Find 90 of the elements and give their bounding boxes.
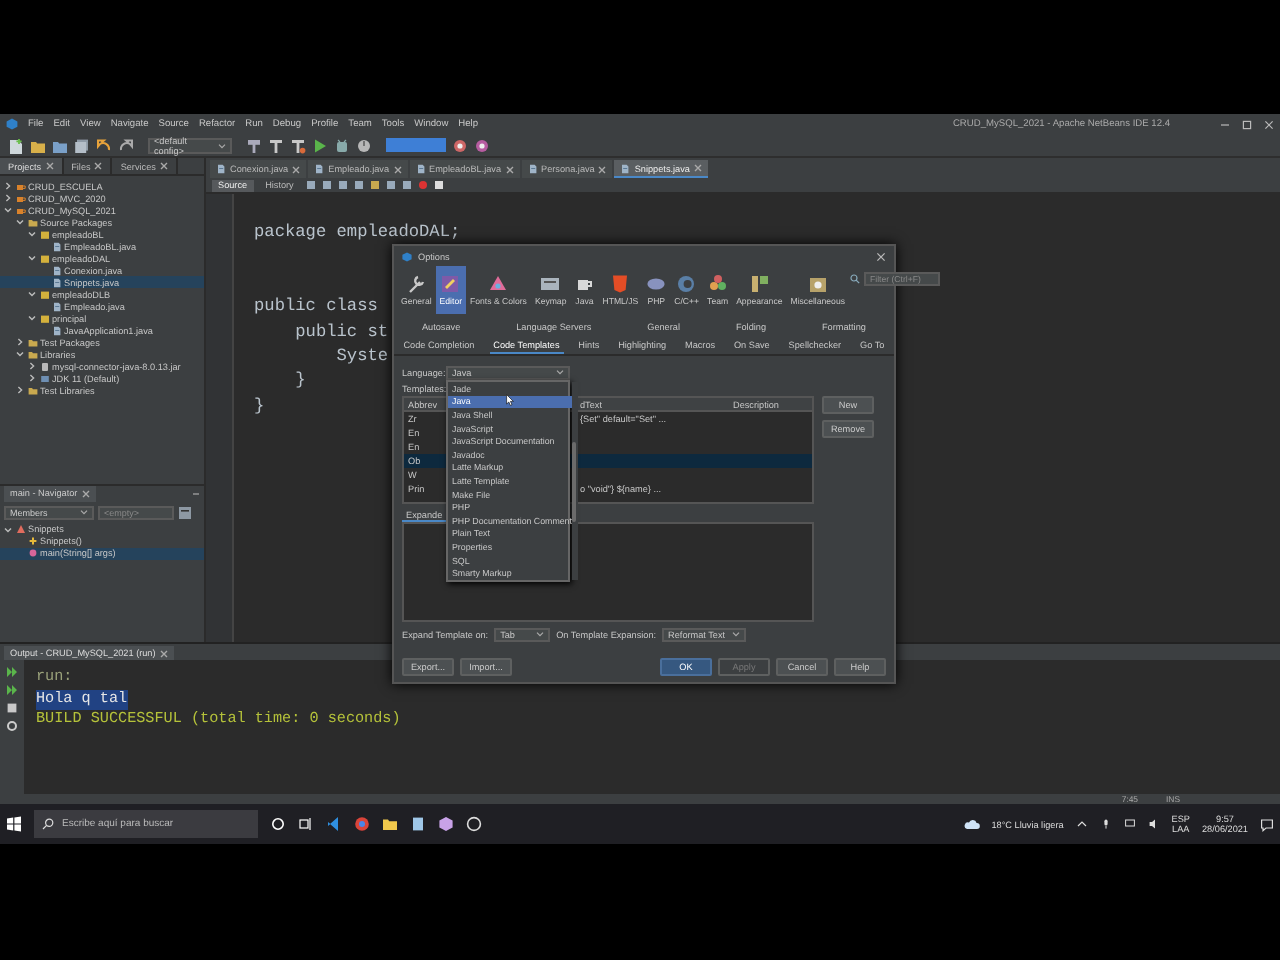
cup-icon (574, 274, 595, 294)
scrollbar-thumb[interactable] (572, 442, 577, 522)
shield-icon (610, 274, 631, 294)
app-logo-icon (402, 251, 412, 261)
file-icon (620, 163, 631, 174)
search-icon (42, 818, 54, 830)
code-line: Syste (334, 343, 389, 369)
palette-icon (488, 274, 509, 294)
clean-build-icon[interactable] (290, 137, 306, 154)
code-line: } (293, 368, 306, 394)
code-line: public st (293, 319, 389, 344)
build-icon[interactable] (268, 137, 284, 154)
chevron-right-icon[interactable] (4, 194, 12, 203)
keyboard-icon (540, 274, 561, 294)
oval-icon (646, 274, 667, 294)
close-icon[interactable] (159, 649, 168, 658)
file-icon (216, 164, 226, 175)
close-icon[interactable] (159, 162, 168, 171)
close-icon[interactable] (598, 165, 607, 174)
stop-icon[interactable] (6, 702, 18, 715)
file-icon (527, 164, 538, 175)
cube-icon[interactable] (438, 816, 454, 832)
circle-icon[interactable] (270, 816, 286, 832)
file-icon (51, 325, 61, 336)
notification-icon[interactable] (1260, 817, 1274, 831)
memory-meter (386, 138, 446, 153)
close-icon[interactable] (81, 489, 90, 498)
microphone-icon[interactable] (1099, 818, 1112, 830)
network-icon[interactable] (1123, 818, 1136, 830)
package-icon (39, 313, 49, 324)
package-icon (39, 253, 49, 264)
mouse-cursor-icon (506, 394, 514, 406)
chevron-right-icon[interactable] (16, 338, 24, 347)
code-line: package empleadoDAL; (254, 220, 461, 246)
chevron-up-icon[interactable] (1075, 818, 1088, 830)
open-project-icon[interactable] (52, 137, 68, 154)
people-icon (707, 274, 728, 294)
wrench-icon (406, 274, 427, 294)
folder-icon[interactable] (30, 137, 46, 154)
app-logo-icon (6, 118, 18, 131)
chevron-right-icon[interactable] (28, 362, 36, 371)
file-icon (314, 164, 325, 175)
caret-icon (731, 630, 740, 638)
new-file-icon[interactable] (8, 137, 24, 154)
folder-icon (27, 217, 37, 228)
table-cell[interactable] (580, 454, 812, 468)
close-icon[interactable] (292, 165, 301, 174)
save-all-icon[interactable] (74, 137, 90, 154)
windows-logo-icon[interactable] (6, 816, 22, 832)
close-icon[interactable] (393, 165, 402, 174)
minimize-icon[interactable] (1220, 119, 1230, 130)
layout-icon (749, 274, 770, 294)
maximize-icon[interactable] (1242, 119, 1252, 130)
rerun-icon[interactable] (6, 666, 18, 679)
speaker-icon[interactable] (1147, 818, 1160, 830)
rerun-icon[interactable] (6, 684, 18, 697)
browser-icon[interactable] (354, 816, 370, 832)
folder-icon (27, 385, 37, 396)
chevron-right-icon[interactable] (4, 182, 12, 191)
task-view-icon[interactable] (298, 816, 314, 832)
file-icon (415, 164, 426, 175)
close-icon[interactable] (876, 251, 886, 261)
class-icon (15, 524, 25, 535)
close-icon[interactable] (693, 164, 702, 173)
search-icon (849, 274, 860, 284)
package-icon (39, 229, 49, 240)
caret-icon (556, 368, 564, 376)
chevron-right-icon[interactable] (16, 386, 24, 395)
folder-icon[interactable] (382, 816, 398, 832)
chevron-right-icon[interactable] (28, 374, 36, 383)
chevron-down-icon[interactable] (28, 230, 36, 239)
caret-icon (536, 630, 545, 638)
file-icon (51, 301, 61, 312)
close-icon[interactable] (45, 162, 54, 171)
close-icon[interactable] (505, 165, 514, 174)
code-line: public class (254, 294, 380, 320)
code-line: } (254, 393, 265, 418)
profile-icon[interactable] (356, 137, 372, 154)
plus-icon (27, 536, 37, 547)
method-icon (27, 548, 37, 559)
close-icon[interactable] (1264, 119, 1274, 130)
run-icon[interactable] (312, 137, 328, 154)
file-icon (51, 241, 61, 252)
cloud-icon[interactable] (963, 818, 980, 830)
package-icon (39, 289, 49, 300)
redo-icon[interactable] (118, 137, 134, 154)
pencil-icon (440, 274, 461, 294)
close-icon[interactable] (94, 162, 103, 171)
undo-icon[interactable] (96, 137, 112, 154)
debug-icon[interactable] (334, 137, 350, 154)
